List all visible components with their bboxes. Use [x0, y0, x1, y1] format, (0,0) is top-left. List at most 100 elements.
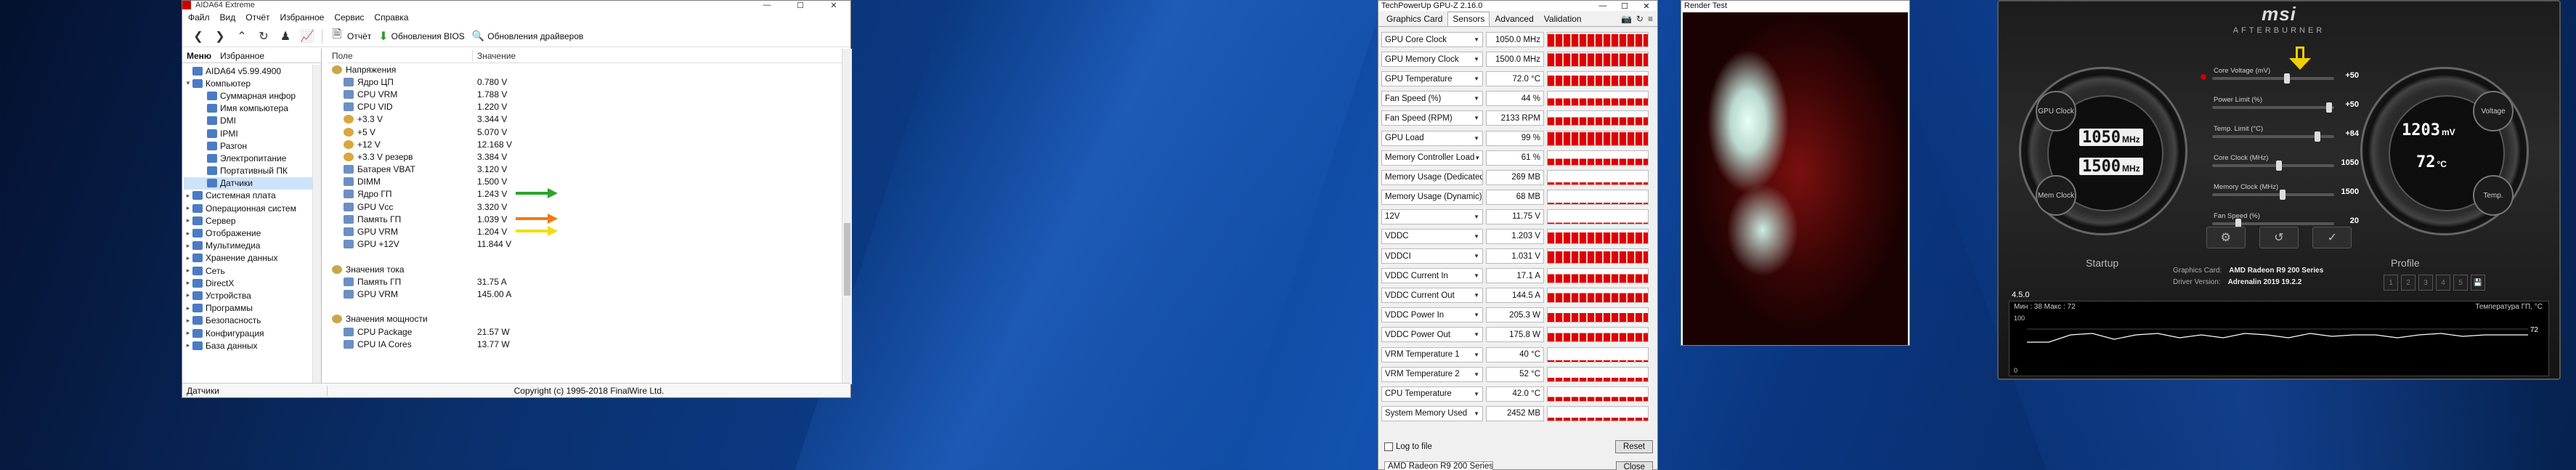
chart-icon[interactable]: 📈 [300, 29, 314, 44]
forward-icon[interactable]: ❯ [213, 29, 227, 44]
expand-icon[interactable]: ▸ [184, 304, 192, 312]
dropdown-arrow-icon[interactable]: ▼ [1474, 233, 1479, 240]
minimize-button[interactable]: — [1592, 1, 1614, 10]
sensor-row[interactable]: DIMM 1.500 V [328, 176, 852, 188]
link-icon[interactable] [2201, 74, 2206, 80]
tree-item[interactable]: ▸ Сервер [184, 214, 321, 227]
gpuz-window[interactable]: TechPowerUp GPU-Z 2.16.0 — ☐ ✕ Graphics … [1378, 0, 1658, 470]
dropdown-arrow-icon[interactable]: ▼ [1474, 391, 1479, 397]
column-field[interactable]: Поле [328, 50, 473, 61]
tree-item[interactable]: DMI [184, 115, 321, 127]
menu-item[interactable]: Отчёт [245, 12, 269, 23]
sensor-row[interactable]: CPU VID 1.220 V [328, 101, 852, 113]
tree-item[interactable]: ▸ Хранение данных [184, 252, 321, 264]
sensor-row[interactable]: Ядро ГП 1.243 V [328, 188, 852, 200]
sensor-row[interactable]: CPU VRM 1.788 V [328, 88, 852, 100]
sensor-row[interactable] [328, 301, 852, 313]
dropdown-arrow-icon[interactable]: ▼ [1474, 371, 1479, 378]
dropdown-arrow-icon[interactable]: ▼ [1482, 194, 1483, 200]
render-titlebar[interactable]: Render Test [1681, 1, 1909, 11]
expand-icon[interactable]: ▸ [184, 267, 192, 275]
sensor-name-dropdown[interactable]: GPU Memory Clock ▼ [1381, 52, 1483, 68]
slider-track[interactable] [2212, 193, 2334, 196]
sensor-name-dropdown[interactable]: VDDC Power Out ▼ [1381, 327, 1483, 343]
dropdown-arrow-icon[interactable]: ▼ [1474, 155, 1480, 161]
dropdown-arrow-icon[interactable]: ▼ [1474, 115, 1479, 121]
expand-icon[interactable]: ▸ [184, 254, 192, 262]
sensor-row[interactable]: CPU IA Cores 13.77 W [328, 338, 852, 350]
tree-item[interactable]: Электропитание [184, 152, 321, 164]
sensor-name-dropdown[interactable]: GPU Temperature ▼ [1381, 71, 1483, 87]
sensor-row[interactable]: GPU VRM 1.204 V [328, 225, 852, 238]
sensor-name-dropdown[interactable]: Fan Speed (RPM) ▼ [1381, 110, 1483, 126]
sensor-row[interactable]: Память ГП 31.75 A [328, 275, 852, 288]
refresh-icon[interactable]: ↻ [1636, 14, 1643, 24]
scrollbar-thumb[interactable] [844, 223, 850, 296]
sensor-row[interactable]: GPU +12V 11.844 V [328, 238, 852, 251]
nav-scrollbar[interactable] [312, 65, 321, 384]
expand-icon[interactable]: ▸ [184, 204, 192, 212]
aida64-titlebar[interactable]: AIDA64 Extreme — ☐ ✕ [182, 1, 850, 10]
tree-item[interactable]: ▸ DirectX [184, 277, 321, 289]
aida64-window[interactable]: AIDA64 Extreme — ☐ ✕ Файл Вид Отчёт Избранн… [182, 0, 852, 398]
reset-button[interactable]: Reset [1614, 440, 1653, 453]
sensor-name-dropdown[interactable]: VDDC Power In ▼ [1381, 307, 1483, 323]
slider-knob[interactable] [2284, 73, 2291, 84]
maximize-button[interactable]: ☐ [1614, 1, 1636, 11]
expand-icon[interactable]: ▸ [184, 242, 192, 250]
expand-icon[interactable]: ▸ [184, 341, 192, 349]
tree-item[interactable]: ▸ Мультимедиа [184, 240, 321, 252]
dropdown-arrow-icon[interactable]: ▼ [1474, 292, 1479, 299]
tree-item[interactable]: ▸ Конфигурация [184, 327, 321, 339]
expand-icon[interactable]: ▸ [184, 317, 192, 325]
slider-track[interactable] [2212, 164, 2334, 167]
dropdown-arrow-icon[interactable]: ▼ [1474, 253, 1479, 259]
tree-item[interactable]: Суммарная инфор [184, 89, 321, 102]
tree-item[interactable]: ▸ База данных [184, 339, 321, 352]
sensor-name-dropdown[interactable]: VRM Temperature 2 ▼ [1381, 366, 1483, 382]
tree-item[interactable]: ▸ Операционная систем [184, 202, 321, 214]
sensor-row[interactable]: +12 V 12.168 V [328, 138, 852, 150]
dropdown-arrow-icon[interactable]: ▼ [1474, 56, 1479, 62]
sensor-row[interactable]: Память ГП 1.039 V [328, 213, 852, 225]
slider-knob[interactable] [2325, 102, 2332, 113]
tree-item[interactable]: ▸ Системная плата [184, 190, 321, 202]
menu-item[interactable]: Сервис [334, 12, 364, 23]
render-test-window[interactable]: Render Test [1681, 0, 1910, 346]
sensor-name-dropdown[interactable]: System Memory Used ▼ [1381, 405, 1483, 421]
sensor-row[interactable]: +3.3 V резерв 3.384 V [328, 150, 852, 163]
dropdown-arrow-icon[interactable]: ▼ [1474, 76, 1479, 82]
close-button[interactable]: ✕ [1636, 1, 1657, 11]
sensor-name-dropdown[interactable]: VDDC ▼ [1381, 228, 1483, 244]
section-header[interactable]: Значения тока [328, 263, 852, 275]
tree-item[interactable]: ▸ Отображение [184, 227, 321, 239]
refresh-icon[interactable]: ↻ [256, 29, 271, 44]
sensor-row[interactable] [328, 251, 852, 263]
sensor-name-dropdown[interactable]: Memory Usage (Dynamic)▼ [1381, 189, 1483, 205]
tab[interactable]: Advanced [1490, 12, 1538, 26]
tab[interactable]: Validation [1539, 12, 1587, 26]
maximize-button[interactable]: ☐ [784, 1, 817, 10]
sensor-name-dropdown[interactable]: VRM Temperature 1 ▼ [1381, 347, 1483, 362]
expand-icon[interactable]: ▸ [184, 192, 192, 200]
sensor-row[interactable]: +5 V 5.070 V [328, 126, 852, 138]
expand-icon[interactable]: ▸ [184, 230, 192, 238]
profile-slot-button[interactable]: 5 [2453, 275, 2468, 291]
tree-item[interactable]: IPMI [184, 127, 321, 139]
tree-item[interactable]: Разгон [184, 139, 321, 152]
save-profile-icon[interactable]: 💾 [2471, 275, 2485, 291]
tab[interactable]: Sensors [1447, 12, 1490, 26]
expand-icon[interactable]: ▸ [184, 329, 192, 337]
tree-item[interactable]: AIDA64 v5.99.4900 [184, 65, 321, 77]
bios-update-button[interactable]: ⬇ Обновления BIOS [378, 29, 465, 44]
apply-check-icon[interactable]: ✓ [2312, 227, 2352, 248]
sensor-row[interactable]: Батарея VBAT 3.120 V [328, 163, 852, 176]
menu-item[interactable]: Справка [374, 12, 408, 23]
minimize-button[interactable]: — [750, 1, 784, 9]
slider-knob[interactable] [2276, 161, 2282, 171]
startup-label[interactable]: Startup [2086, 257, 2118, 269]
expand-icon[interactable]: ▸ [184, 291, 192, 299]
sensor-name-dropdown[interactable]: Memory Controller Load ▼ [1381, 150, 1483, 166]
dropdown-arrow-icon[interactable]: ▼ [1474, 214, 1479, 220]
tree-item[interactable]: ▸ Сеть [184, 264, 321, 277]
